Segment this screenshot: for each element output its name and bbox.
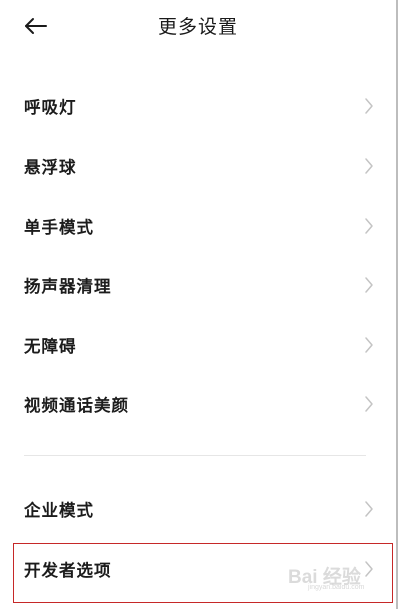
setting-item-one-hand-mode[interactable]: 单手模式 xyxy=(24,206,374,246)
setting-item-label: 视频通话美颜 xyxy=(24,396,129,415)
setting-item-accessibility[interactable]: 无障碍 xyxy=(24,325,374,365)
chevron-right-icon xyxy=(365,396,373,412)
chevron-right-icon xyxy=(365,158,373,174)
chevron-right-icon xyxy=(365,337,373,353)
chevron-right-icon xyxy=(365,98,373,114)
chevron-right-icon xyxy=(365,277,373,293)
setting-item-label: 悬浮球 xyxy=(24,158,77,177)
page-title: 更多设置 xyxy=(157,16,238,38)
setting-item-speaker-cleanup[interactable]: 扬声器清理 xyxy=(24,265,374,305)
chevron-right-icon xyxy=(365,561,373,577)
setting-item-label: 企业模式 xyxy=(24,501,94,520)
setting-item-enterprise-mode[interactable]: 企业模式 xyxy=(24,489,374,529)
setting-item-label: 呼吸灯 xyxy=(24,98,77,117)
setting-item-developer-options[interactable]: 开发者选项 xyxy=(24,549,374,589)
chevron-right-icon xyxy=(365,501,373,517)
setting-item-label: 无障碍 xyxy=(24,337,77,356)
header-bar: 更多设置 xyxy=(0,0,396,54)
settings-screen: 更多设置 呼吸灯 悬浮球 单手模式 扬声器清理 无障碍 视频通话美颜 企业模式 … xyxy=(0,0,398,609)
chevron-right-icon xyxy=(365,218,373,234)
setting-item-label: 扬声器清理 xyxy=(24,277,112,296)
setting-item-video-call-beauty[interactable]: 视频通话美颜 xyxy=(24,384,374,424)
setting-item-breathing-light[interactable]: 呼吸灯 xyxy=(24,86,374,126)
setting-item-label: 单手模式 xyxy=(24,218,94,237)
section-divider xyxy=(24,455,366,456)
setting-item-floating-ball[interactable]: 悬浮球 xyxy=(24,146,374,186)
setting-item-label: 开发者选项 xyxy=(24,561,112,580)
